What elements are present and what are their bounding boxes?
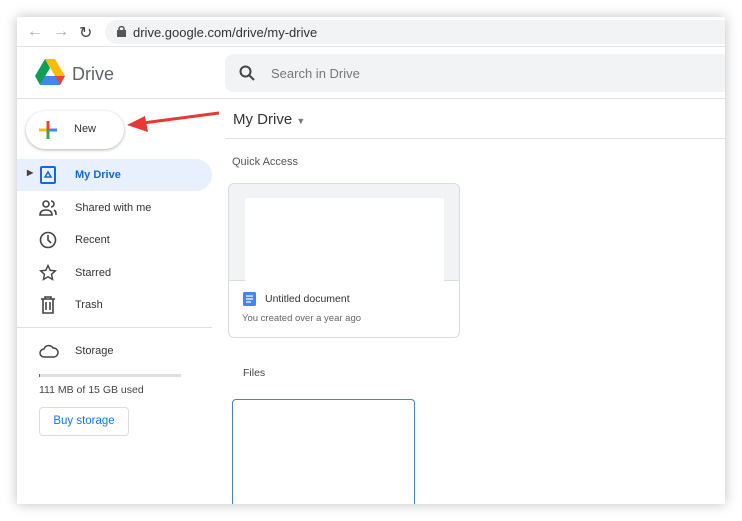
- storage-bar: [39, 374, 181, 377]
- cloud-icon: [39, 344, 59, 358]
- drive-logo-icon: [35, 59, 65, 85]
- browser-window: ← → ↻ drive.google.com/drive/my-drive Dr…: [17, 17, 725, 504]
- sidebar-item-starred[interactable]: Starred: [17, 257, 212, 289]
- lock-icon: [117, 26, 126, 37]
- page-title-text: My Drive: [233, 111, 293, 128]
- storage-bar-fill: [39, 374, 40, 377]
- quick-access-card[interactable]: Untitled document You created over a yea…: [228, 183, 460, 338]
- forward-icon[interactable]: →: [53, 23, 69, 41]
- url-text: drive.google.com/drive/my-drive: [133, 25, 318, 40]
- app-name: Drive: [72, 64, 115, 84]
- card-title: Untitled document: [265, 293, 350, 305]
- sidebar-divider: [17, 327, 212, 328]
- reload-icon[interactable]: ↻: [79, 23, 92, 43]
- back-icon[interactable]: ←: [27, 23, 43, 41]
- google-docs-icon: [243, 292, 256, 306]
- new-label: New: [74, 123, 97, 135]
- card-preview: [229, 184, 459, 281]
- plus-icon: [39, 121, 57, 139]
- new-button[interactable]: New: [26, 111, 124, 149]
- people-icon: [39, 200, 57, 216]
- sidebar-item-recent[interactable]: Recent: [17, 224, 212, 256]
- sidebar-item-label: Storage: [75, 345, 114, 357]
- sidebar-item-label: Shared with me: [75, 202, 152, 214]
- search-icon: [239, 65, 255, 81]
- card-subtitle: You created over a year ago: [242, 313, 362, 324]
- sidebar-item-shared[interactable]: Shared with me: [17, 192, 212, 224]
- sidebar-item-label: Starred: [75, 267, 112, 279]
- annotation-arrow: [127, 111, 220, 132]
- trash-icon: [41, 296, 55, 314]
- sidebar-item-label: Trash: [75, 299, 103, 311]
- expand-arrow-icon[interactable]: ▶: [27, 168, 33, 177]
- search-input[interactable]: Search in Drive: [271, 66, 360, 81]
- sidebar-item-label: My Drive: [75, 169, 121, 181]
- sidebar-item-label: Recent: [75, 234, 110, 246]
- star-icon: [39, 264, 57, 281]
- browser-toolbar: ← → ↻ drive.google.com/drive/my-drive: [17, 17, 725, 47]
- buy-storage-button[interactable]: Buy storage: [39, 407, 129, 436]
- sidebar-item-storage[interactable]: Storage: [17, 335, 212, 367]
- quick-access-label: Quick Access: [232, 156, 299, 168]
- doc-thumbnail: [245, 198, 444, 281]
- sidebar-item-my-drive[interactable]: ▶ My Drive: [17, 159, 212, 191]
- caret-down-icon: ▼: [296, 116, 306, 126]
- title-divider: [225, 138, 725, 139]
- sidebar-item-trash[interactable]: Trash: [17, 289, 212, 321]
- clock-icon: [39, 231, 57, 249]
- file-tile[interactable]: [232, 399, 415, 504]
- page-title[interactable]: My Drive ▼: [233, 111, 305, 128]
- search-bar[interactable]: Search in Drive: [225, 54, 725, 92]
- my-drive-icon: [40, 166, 56, 184]
- storage-used-text: 111 MB of 15 GB used: [39, 384, 144, 396]
- app-header: Drive Search in Drive: [17, 47, 725, 99]
- files-label: Files: [243, 367, 266, 379]
